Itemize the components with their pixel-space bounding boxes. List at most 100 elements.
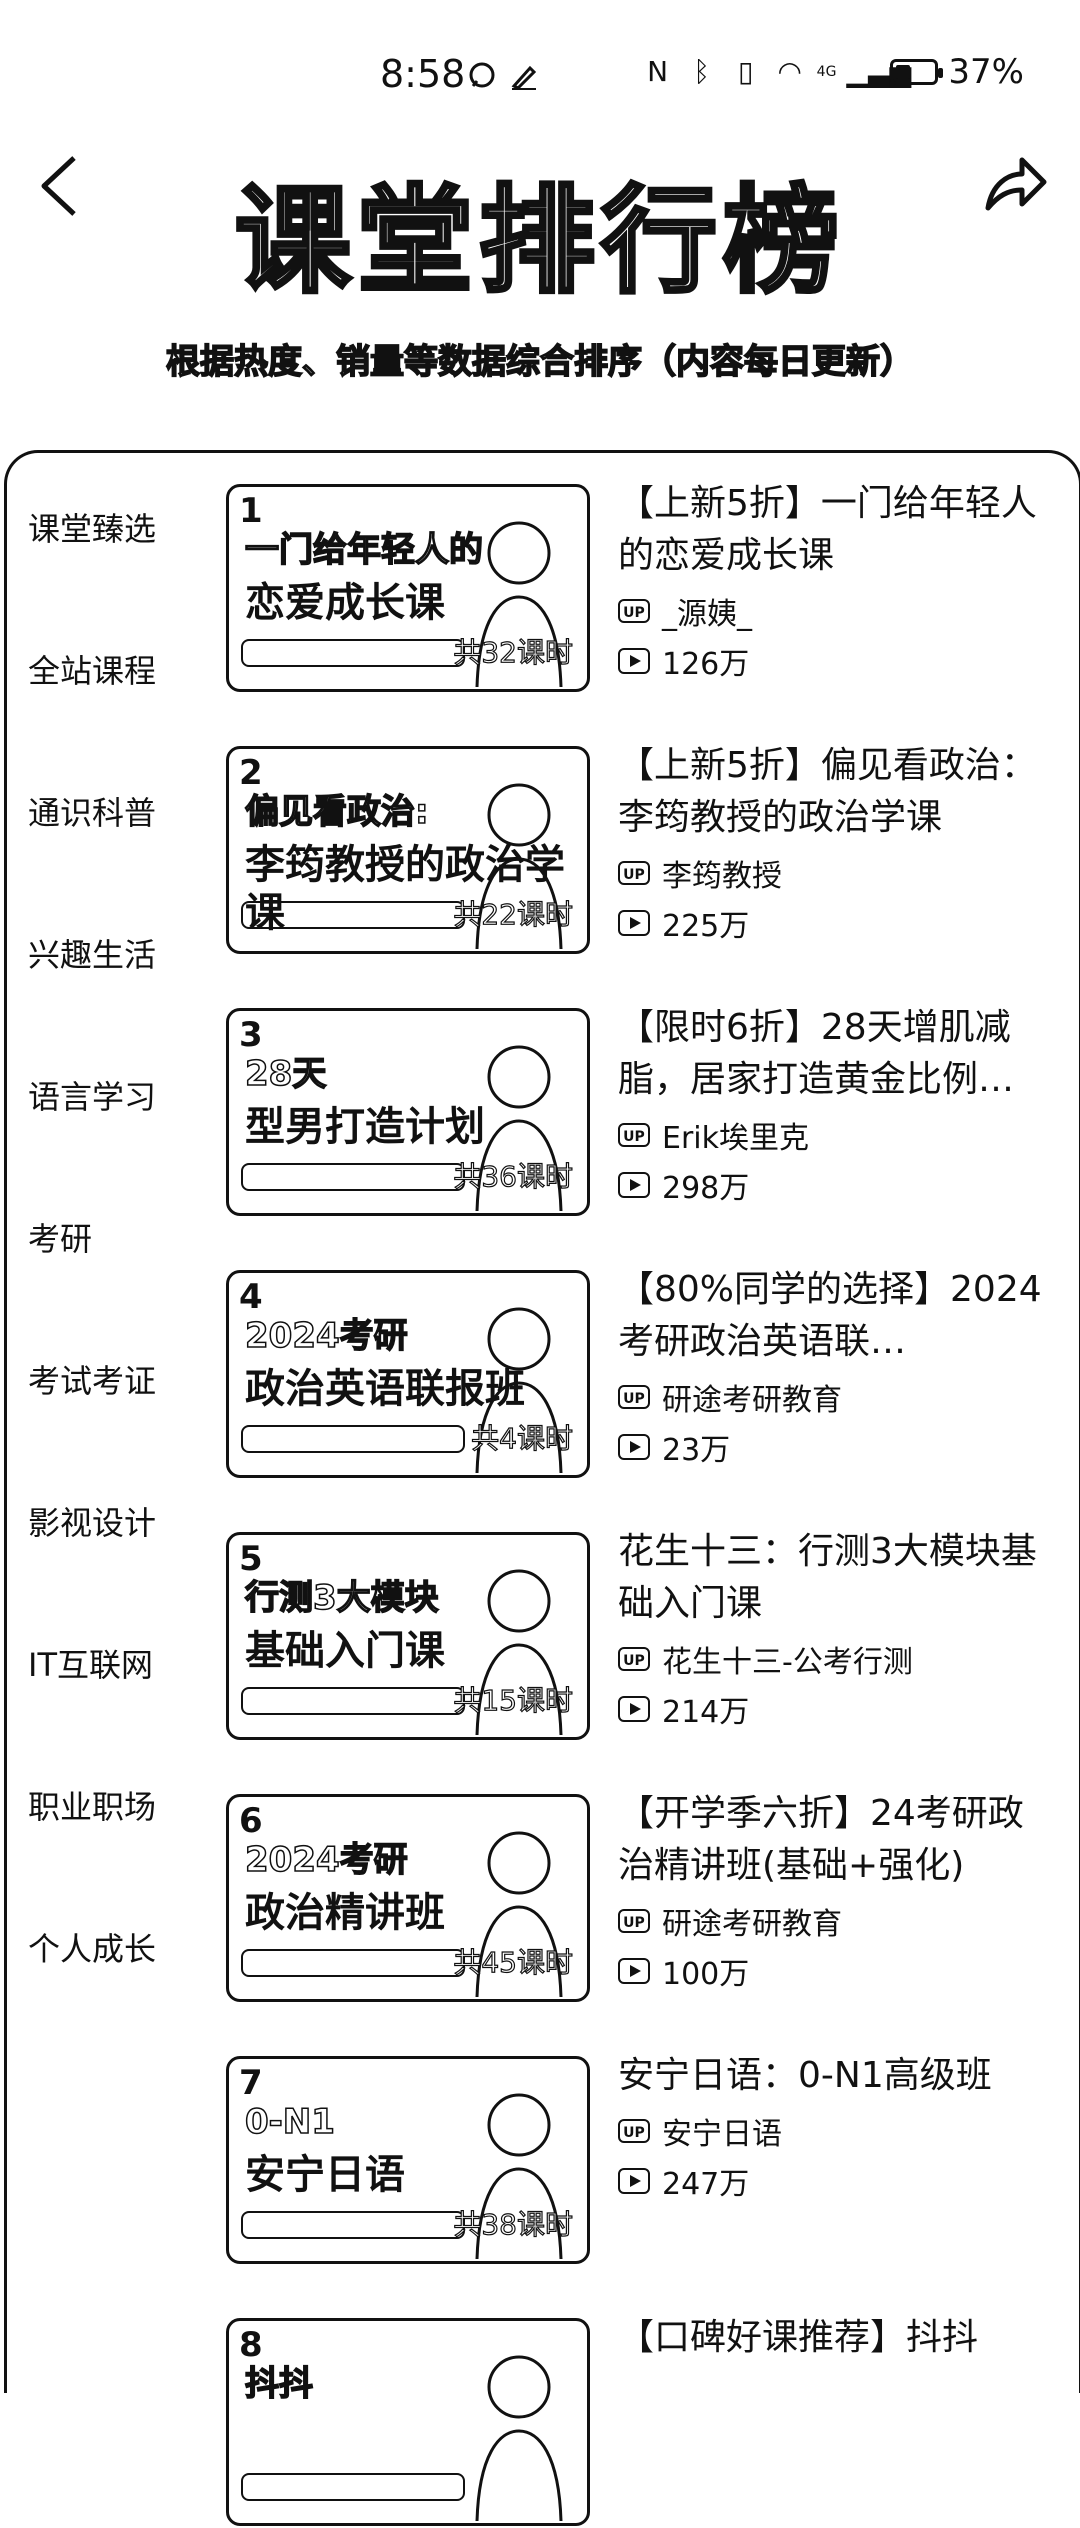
author-row[interactable]: UP 花生十三-公考行测 [618,1638,1056,1680]
view-count: 298万 [662,1171,750,1206]
views-row: 23万 [618,1426,1056,1468]
sidebar-item-featured[interactable]: 课堂臻选 [28,504,156,550]
sidebar-item-film-design[interactable]: 影视设计 [28,1498,156,1544]
play-count-icon [618,1696,650,1722]
signal-icon: ▁▃▅ [846,55,912,88]
battery-fill [896,65,910,79]
nfc-icon: N [647,55,669,88]
rank-number: 8 [239,2325,263,2365]
rank-number: 3 [239,1015,263,1055]
thumbnail-banner [241,1163,465,1191]
sidebar-item-exams[interactable]: 考试考证 [28,1356,156,1402]
author-row[interactable]: UP 研途考研教育 [618,1900,1056,1942]
uploader-icon: UP [618,861,650,885]
course-info: 【限时6折】28天增肌减脂，居家打造黄金比例… UP Erik埃里克 298万 [618,1002,1056,1206]
message-bubble-icon [469,62,495,88]
pen-notify-icon [511,65,537,90]
course-thumbnail[interactable]: 1 一门给年轻人的 恋爱成长课 共32课时 [226,484,590,692]
rank-number: 5 [239,1539,263,1579]
course-title[interactable]: 【上新5折】一门给年轻人的恋爱成长课 [618,478,1056,582]
rank-number: 7 [239,2063,263,2103]
battery-percent: 37% [948,52,1024,92]
sidebar-item-it[interactable]: IT互联网 [28,1640,153,1686]
page-title: 课堂排行榜 [233,174,845,309]
play-count-icon [618,648,650,674]
lesson-count: 共32课时 [453,635,574,669]
lesson-count: 共45课时 [453,1945,574,1979]
author-row[interactable]: UP _源姨_ [618,590,1056,632]
thumbnail-headline: 2024考研 [244,1839,408,1881]
course-card[interactable]: 6 2024考研 政治精讲班 共45课时 【开学季六折】24考研政治精讲班(基础+强化)… [226,1793,1056,2004]
play-count-icon [618,910,650,936]
sidebar-item-career[interactable]: 职业职场 [28,1782,156,1828]
course-title[interactable]: 花生十三：行测3大模块基础入门课 [618,1526,1056,1630]
author-row[interactable]: UP Erik埃里克 [618,1114,1056,1156]
thumbnail-headline: 偏见看政治: [244,791,429,833]
sidebar-item-general-science[interactable]: 通识科普 [28,788,156,834]
author-name: 研途考研教育 [662,1383,842,1418]
thumbnail-banner [241,1687,465,1715]
network-type: 4G [816,64,837,80]
course-info: 【80%同学的选择】2024考研政治英语联… UP 研途考研教育 23万 [618,1264,1056,1468]
view-count: 126万 [662,647,750,682]
course-title[interactable]: 【上新5折】偏见看政治：李筠教授的政治学课 [618,740,1056,844]
author-row[interactable]: UP 安宁日语 [618,2110,1056,2152]
course-card[interactable]: 1 一门给年轻人的 恋爱成长课 共32课时 【上新5折】一门给年轻人的恋爱成长课 UP _源… [226,483,1056,694]
course-card[interactable]: 5 行测3大模块 基础入门课 共15课时 花生十三：行测3大模块基础入门课 UP 花生十三-… [226,1531,1056,1742]
author-name: Erik埃里克 [662,1121,809,1156]
course-card[interactable]: 8抖抖【口碑好课推荐】抖抖UP [226,2317,1056,2528]
course-card[interactable]: 7 0-N1 安宁日语 共38课时 安宁日语：0-N1高级班 UP 安宁日语 247万 [226,2055,1056,2266]
course-thumbnail[interactable]: 4 2024考研 政治英语联报班 共4课时 [226,1270,590,1478]
sidebar-item-all-courses[interactable]: 全站课程 [28,646,156,692]
rank-number: 1 [239,491,263,531]
course-card[interactable]: 2 偏见看政治: 李筠教授的政治学课 共22课时 【上新5折】偏见看政治：李筠教授的政治… [226,745,1056,956]
course-thumbnail[interactable]: 3 28天 型男打造计划 共36课时 [226,1008,590,1216]
course-thumbnail[interactable]: 6 2024考研政治精讲班 共45课时 [226,1794,590,2002]
thumbnail-banner [241,639,465,667]
views-row: 298万 [618,1164,1056,1206]
thumbnail-banner [241,901,465,929]
wifi-icon: ◠ [777,55,802,88]
rank-number: 2 [239,753,263,793]
author-row[interactable]: UP 李筠教授 [618,852,1056,894]
course-thumbnail[interactable]: 2 偏见看政治: 李筠教授的政治学课 共22课时 [226,746,590,954]
course-card[interactable]: 4 2024考研 政治英语联报班 共4课时 【80%同学的选择】2024考研政治英语联…… [226,1269,1056,1480]
view-count: 247万 [662,2167,750,2202]
course-card[interactable]: 3 28天 型男打造计划 共36课时 【限时6折】28天增肌减脂，居家打造黄金比例… UP… [226,1007,1056,1218]
lesson-count: 共36课时 [453,1159,574,1193]
rank-number: 6 [239,1801,263,1841]
sidebar-item-hobby-life[interactable]: 兴趣生活 [28,930,156,976]
play-count-icon [618,1434,650,1460]
course-thumbnail[interactable]: 8 抖抖 [226,2318,590,2526]
sidebar-item-postgrad[interactable]: 考研 [28,1214,92,1260]
uploader-icon: UP [618,1123,650,1147]
course-thumbnail[interactable]: 7 0-N1 安宁日语 共38课时 [226,2056,590,2264]
thumbnail-headline: 行测3大模块 [244,1577,439,1619]
course-info: 花生十三：行测3大模块基础入门课 UP 花生十三-公考行测 214万 [618,1526,1056,1730]
status-indicators: N ᛒ ▯ ◠ 4G ▁▃▅ 37% [641,52,1024,92]
course-title[interactable]: 【80%同学的选择】2024考研政治英语联… [618,1264,1056,1368]
author-name: _源姨_ [662,597,752,632]
course-thumbnail[interactable]: 5 行测3大模块 基础入门课 共15课时 [226,1532,590,1740]
views-row: 100万 [618,1950,1056,1992]
author-name: 安宁日语 [662,2117,782,2152]
thumbnail-headline: 一门给年轻人的 [244,529,484,571]
thumbnail-banner [241,2211,465,2239]
course-title[interactable]: 【开学季六折】24考研政治精讲班(基础+强化) [618,1788,1056,1892]
uploader-icon: UP [618,1385,650,1409]
course-title[interactable]: 【限时6折】28天增肌减脂，居家打造黄金比例… [618,1002,1056,1106]
course-title[interactable]: 安宁日语：0-N1高级班 [618,2050,1056,2102]
sidebar-item-personal-growth[interactable]: 个人成长 [28,1924,156,1970]
thumbnail-headline: 抖抖 [244,2363,314,2405]
course-info: 【上新5折】一门给年轻人的恋爱成长课 UP _源姨_ 126万 [618,478,1056,682]
author-row[interactable]: UP 研途考研教育 [618,1376,1056,1418]
instructor-portrait-icon [475,2355,563,2521]
view-count: 214万 [662,1695,750,1730]
sidebar-item-language[interactable]: 语言学习 [28,1072,156,1118]
thumbnail-title: 政治精讲班 [245,1890,445,1936]
thumbnail-headline: 2024考研 [244,1315,408,1357]
course-info: 【口碑好课推荐】抖抖UP [618,2312,1056,2464]
course-title[interactable]: 【口碑好课推荐】抖抖 [618,2312,1056,2364]
thumbnail-banner [241,1425,465,1453]
thumbnail-headline: 28天 [244,1053,327,1095]
